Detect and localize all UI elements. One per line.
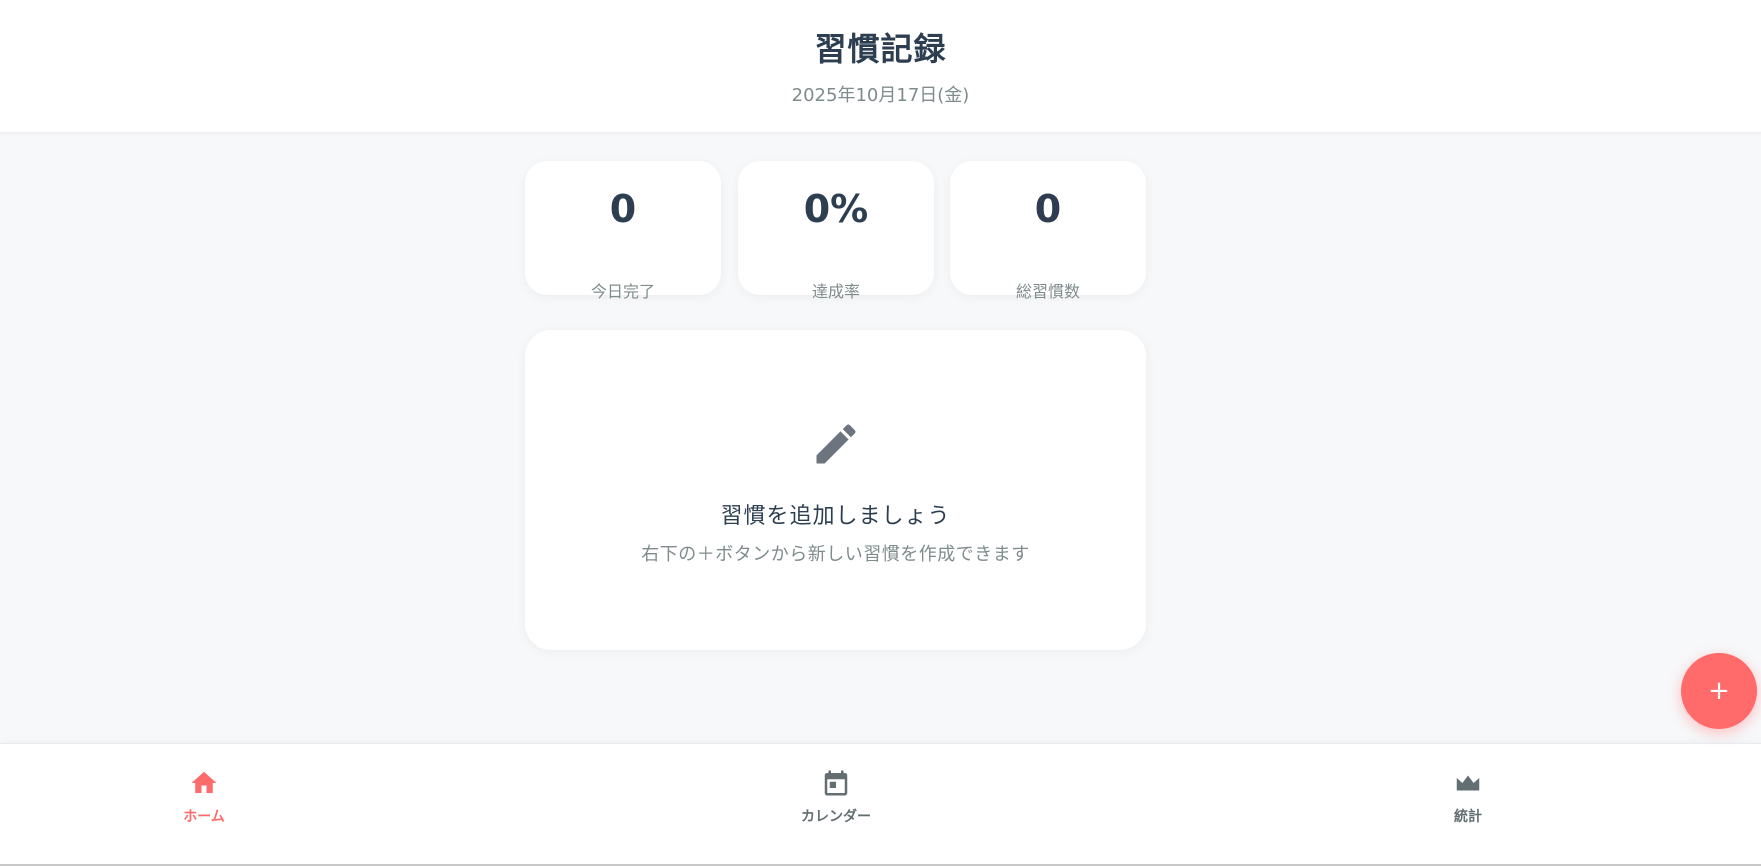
stat-card-total-habits: 0 総習慣数	[950, 161, 1146, 301]
nav-label-stats: 統計	[1454, 809, 1482, 825]
stat-label-achievement-rate: 達成率	[811, 282, 860, 301]
stat-label-today-completed: 今日完了	[590, 282, 655, 301]
current-date: 2025年10月17日(金)	[791, 85, 970, 106]
stat-label-total-habits: 総習慣数	[1015, 282, 1080, 301]
page-title: 習慣記録	[814, 30, 947, 68]
empty-state-card: 習慣を追加しましょう 右下の＋ボタンから新しい習慣を作成できます	[525, 330, 1146, 650]
nav-label-calendar: カレンダー	[801, 809, 871, 825]
stat-card-today-completed: 0 今日完了	[525, 161, 721, 301]
calendar-icon	[824, 770, 848, 796]
empty-state-title: 習慣を追加しましょう	[720, 504, 951, 529]
nav-item-stats[interactable]: 統計	[1388, 768, 1548, 828]
home-icon	[191, 771, 217, 793]
stat-card-achievement-rate: 0% 達成率	[738, 161, 934, 301]
stat-value-total-habits: 0	[1034, 187, 1062, 231]
crown-icon	[1456, 775, 1480, 791]
pencil-icon	[816, 424, 856, 464]
add-habit-button[interactable]: +	[1681, 653, 1757, 729]
empty-state-subtitle: 右下の＋ボタンから新しい習慣を作成できます	[641, 544, 1030, 565]
nav-item-home[interactable]: ホーム	[124, 768, 284, 828]
page-header: 習慣記録 2025年10月17日(金)	[0, 0, 1761, 133]
bottom-navigation: ホーム カレンダー 統計	[0, 743, 1761, 865]
stat-value-achievement-rate: 0%	[803, 187, 869, 231]
nav-item-calendar[interactable]: カレンダー	[756, 768, 916, 828]
nav-label-home: ホーム	[183, 809, 225, 825]
stat-value-today-completed: 0	[609, 187, 637, 231]
app-root: 習慣記録 2025年10月17日(金) 0 今日完了 0% 達成率 0 総習慣数…	[0, 0, 1761, 866]
main-content: 0 今日完了 0% 達成率 0 総習慣数 習慣を追加しましょう 右下の＋ボタンか…	[0, 133, 1761, 743]
